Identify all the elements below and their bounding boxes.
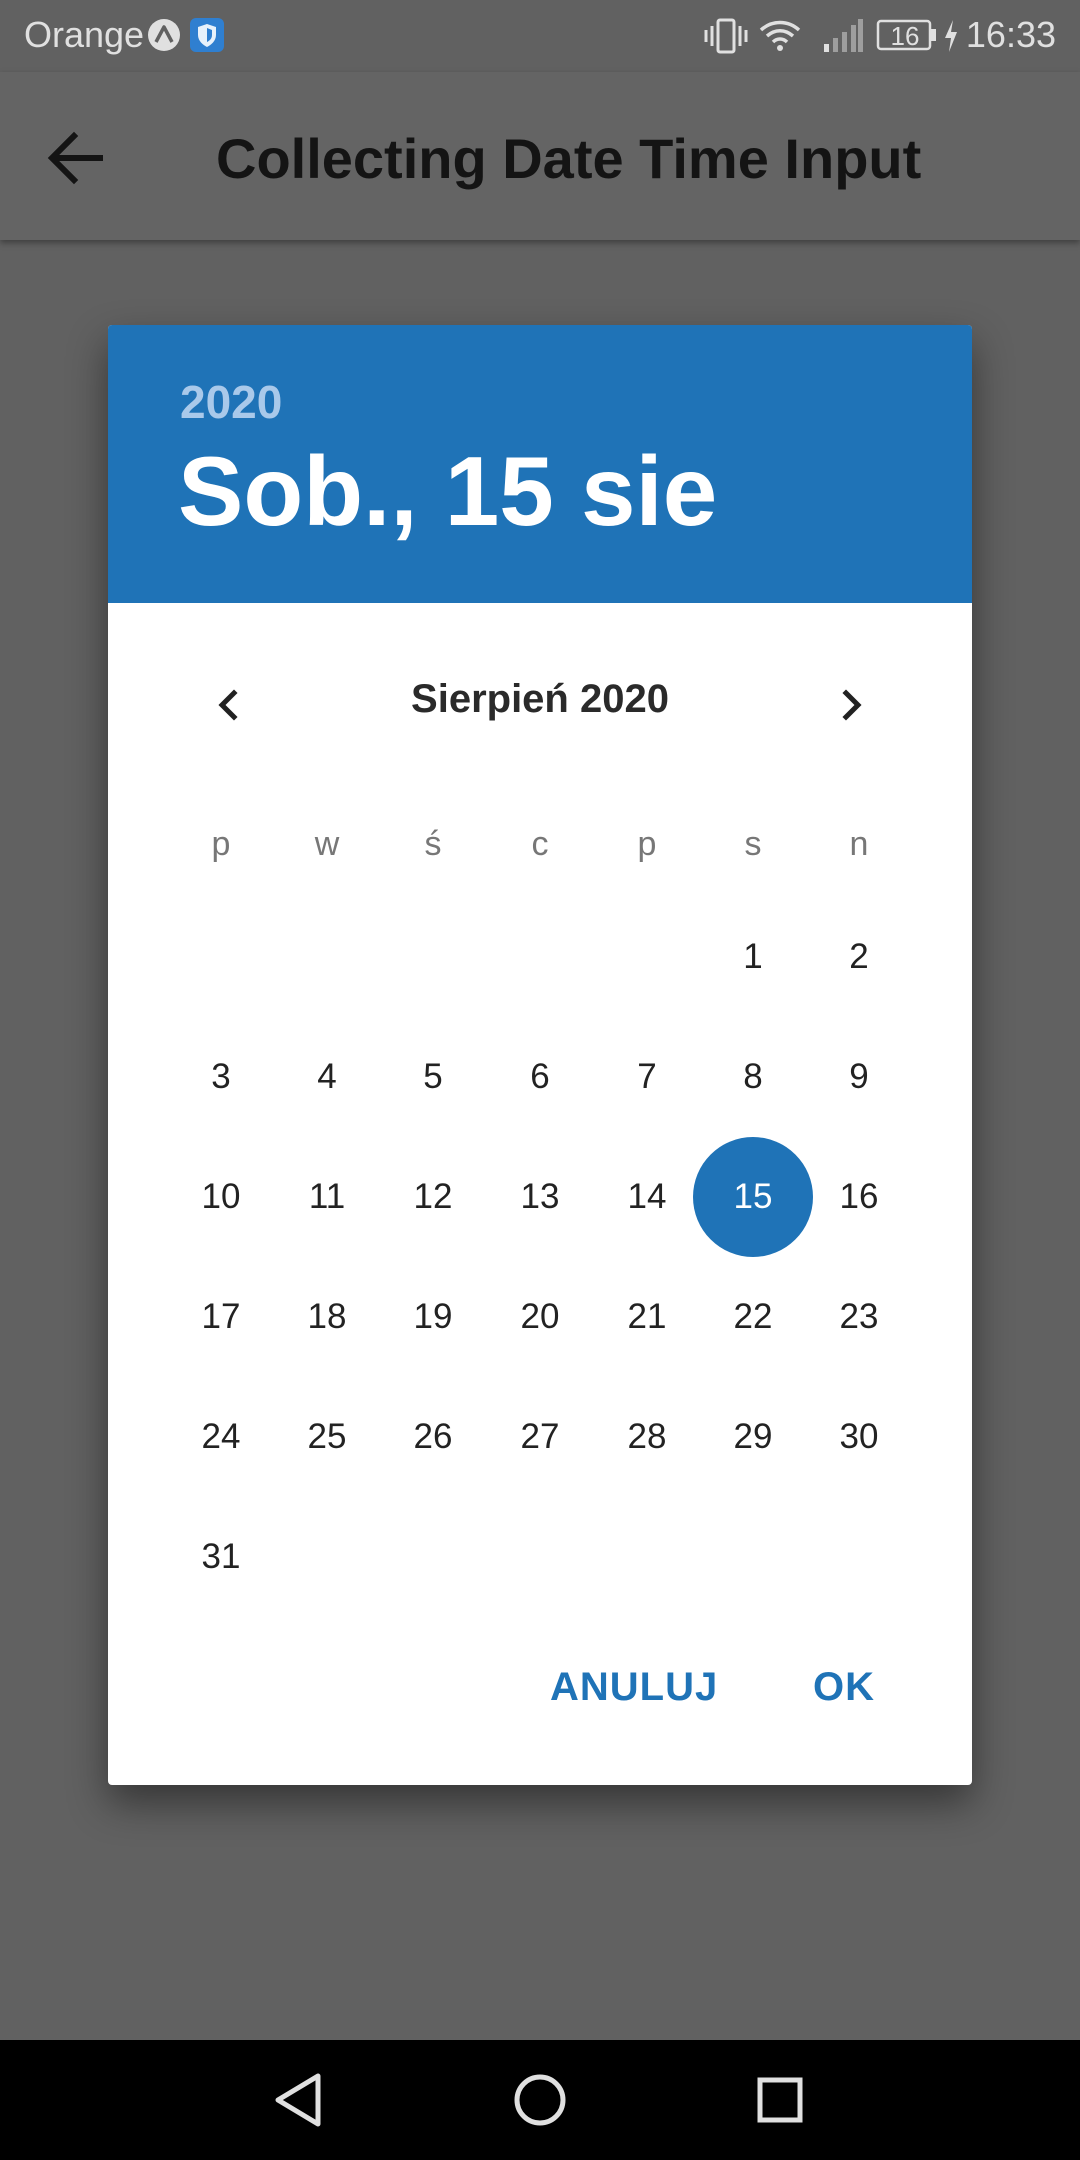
day-cell[interactable]: 2	[799, 897, 919, 1017]
day-cell[interactable]: 20	[480, 1257, 600, 1377]
day-cell[interactable]: 21	[587, 1257, 707, 1377]
weekday-label: n	[849, 825, 869, 863]
day-cell-selected[interactable]: 15	[693, 1137, 813, 1257]
day-cell[interactable]: 7	[587, 1017, 707, 1137]
wifi-icon	[758, 18, 802, 63]
system-nav-bar	[0, 2040, 1080, 2160]
day-cell[interactable]: 5	[373, 1017, 493, 1137]
chevron-left-icon	[192, 689, 264, 745]
app-bar: Collecting Date Time Input	[0, 72, 1080, 240]
carrier-name: Orange	[24, 14, 145, 55]
nav-home-button[interactable]	[502, 2062, 578, 2138]
status-bar: Orange 16 16:33	[0, 0, 1080, 72]
back-triangle-icon	[262, 2073, 338, 2142]
day-cell[interactable]: 26	[373, 1377, 493, 1497]
battery-level: 16	[890, 21, 920, 51]
day-cell[interactable]: 16	[799, 1137, 919, 1257]
day-cell[interactable]: 1	[693, 897, 813, 1017]
day-cell[interactable]: 22	[693, 1257, 813, 1377]
weekday-label: s	[744, 825, 762, 863]
arrow-left-icon	[40, 131, 112, 198]
day-cell[interactable]: 12	[373, 1137, 493, 1257]
selected-year[interactable]: 2020	[180, 375, 282, 429]
weekday-label: c	[531, 825, 549, 863]
day-cell[interactable]: 25	[267, 1377, 387, 1497]
date-picker-dialog: 2020 Sob., 15 sie Sierpień 2020 pwścpsn …	[108, 325, 972, 1785]
day-cell[interactable]: 4	[267, 1017, 387, 1137]
day-cell[interactable]: 9	[799, 1017, 919, 1137]
signal-icon	[822, 18, 864, 63]
day-cell[interactable]: 23	[799, 1257, 919, 1377]
day-cell[interactable]: 27	[480, 1377, 600, 1497]
back-button[interactable]	[40, 122, 112, 194]
day-cell[interactable]: 24	[161, 1377, 281, 1497]
day-cell[interactable]: 14	[587, 1137, 707, 1257]
charging-icon	[942, 18, 960, 63]
cancel-button[interactable]: ANULUJ	[550, 1665, 718, 1710]
day-cell[interactable]: 13	[480, 1137, 600, 1257]
day-cell[interactable]: 28	[587, 1377, 707, 1497]
home-circle-icon	[502, 2074, 578, 2142]
day-cell[interactable]: 11	[267, 1137, 387, 1257]
day-cell[interactable]: 18	[267, 1257, 387, 1377]
vibrate-icon	[704, 18, 748, 63]
previous-month-button[interactable]	[192, 669, 264, 741]
weekday-label: w	[314, 825, 340, 863]
shield-icon	[190, 18, 224, 61]
expo-icon	[147, 18, 181, 61]
day-cell[interactable]: 3	[161, 1017, 281, 1137]
nav-back-button[interactable]	[262, 2062, 338, 2138]
next-month-button[interactable]	[816, 669, 888, 741]
day-cell[interactable]: 29	[693, 1377, 813, 1497]
chevron-right-icon	[816, 689, 888, 745]
ok-button[interactable]: OK	[813, 1665, 875, 1710]
page-title: Collecting Date Time Input	[216, 127, 922, 190]
weekday-label: ś	[424, 825, 442, 863]
day-cell[interactable]: 31	[161, 1497, 281, 1617]
selected-date[interactable]: Sob., 15 sie	[178, 435, 717, 548]
weekday-label: p	[637, 825, 657, 863]
date-picker-header: 2020 Sob., 15 sie	[108, 325, 972, 603]
weekday-label: p	[211, 825, 231, 863]
nav-recents-button[interactable]	[742, 2062, 818, 2138]
day-cell[interactable]: 19	[373, 1257, 493, 1377]
day-cell[interactable]: 10	[161, 1137, 281, 1257]
day-cell[interactable]: 30	[799, 1377, 919, 1497]
day-cell[interactable]: 8	[693, 1017, 813, 1137]
recents-square-icon	[742, 2077, 818, 2142]
day-cell[interactable]: 6	[480, 1017, 600, 1137]
day-cell[interactable]: 17	[161, 1257, 281, 1377]
clock: 16:33	[965, 14, 1056, 55]
